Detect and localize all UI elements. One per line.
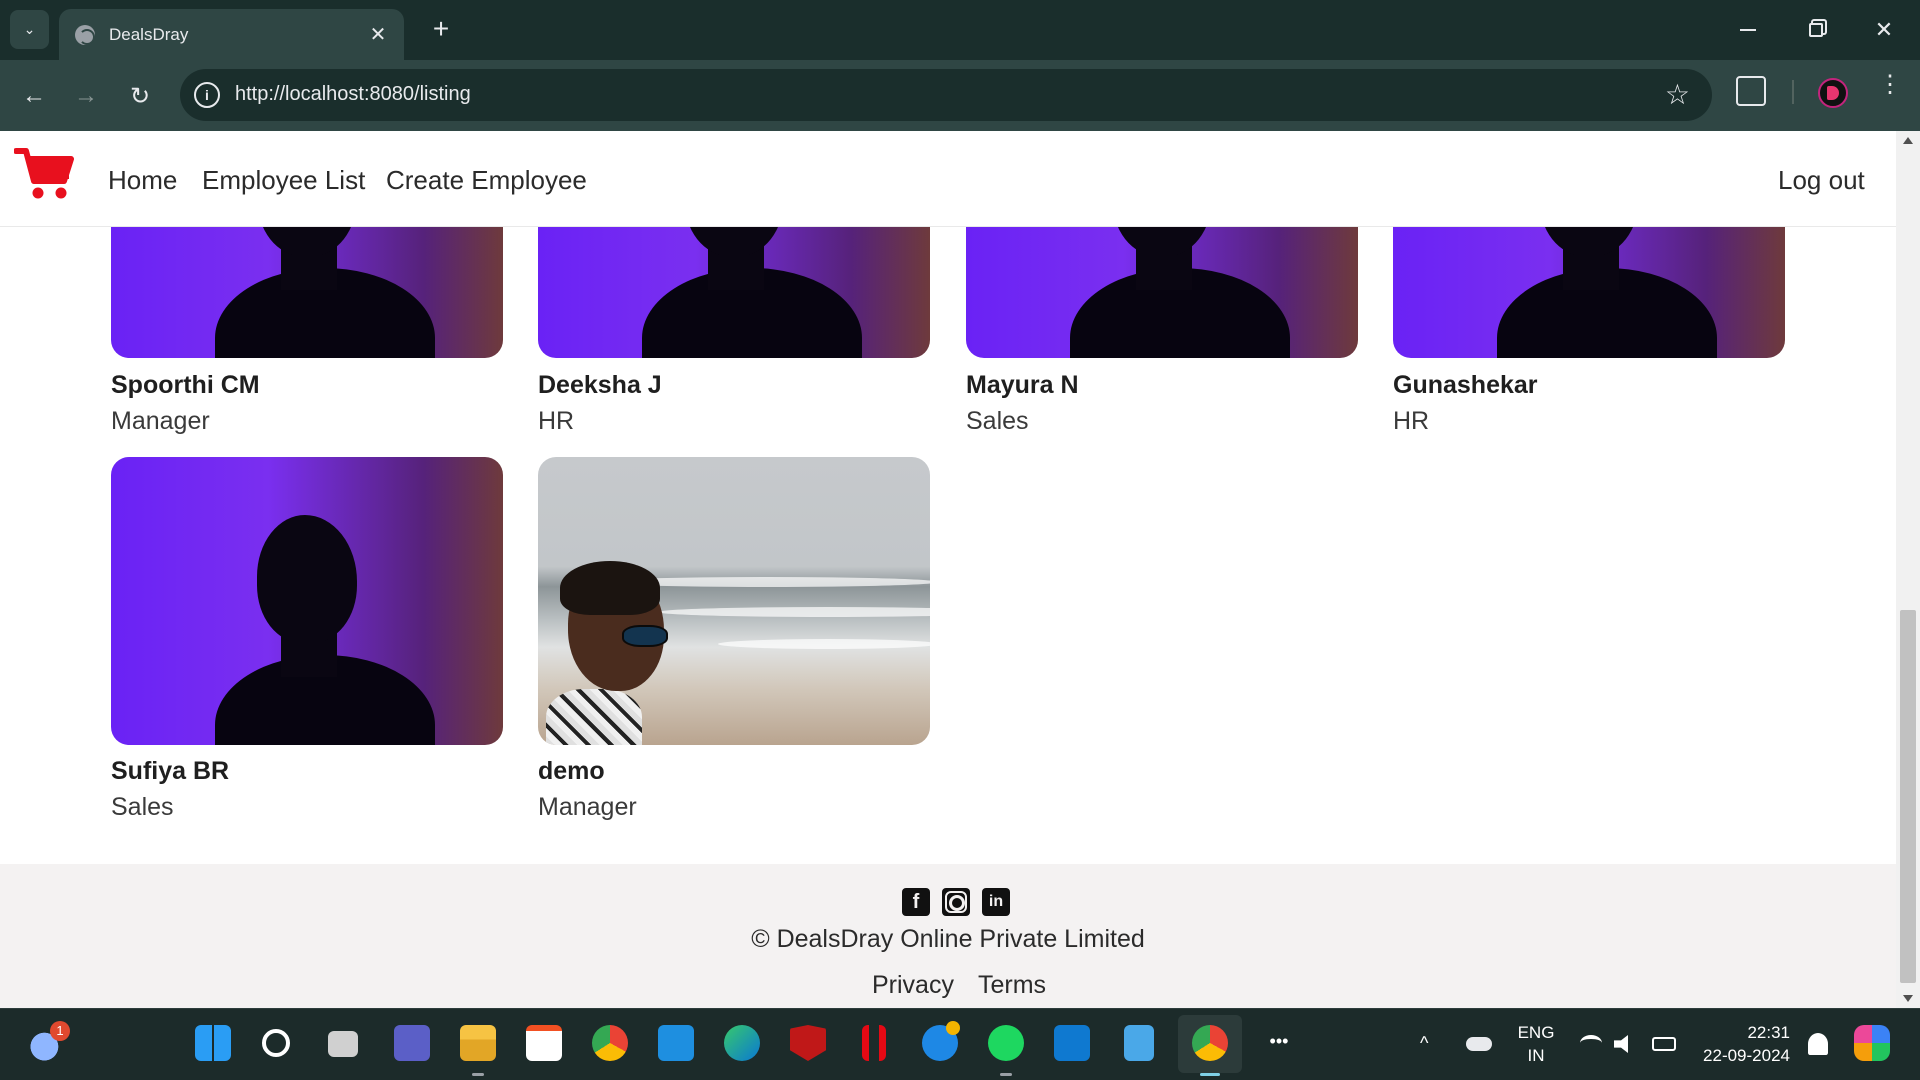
clock-date[interactable]: 22-09-2024 <box>1690 1046 1790 1066</box>
get-help-badge <box>946 1021 960 1035</box>
employee-name: demo <box>538 757 605 785</box>
file-explorer-running-indicator <box>472 1073 484 1076</box>
battery-icon[interactable] <box>1652 1037 1676 1051</box>
employee-name: Deeksha J <box>538 371 662 399</box>
browser-toolbar: ← → ↻ i http://localhost:8080/listing ☆ <box>0 60 1920 131</box>
address-bar[interactable]: i http://localhost:8080/listing ☆ <box>180 69 1712 121</box>
profile-avatar-icon[interactable] <box>1818 78 1848 108</box>
bookmark-star-icon[interactable]: ☆ <box>1665 78 1690 111</box>
reload-icon[interactable]: ↻ <box>120 76 160 116</box>
employee-name: Sufiya BR <box>111 757 230 785</box>
weather-notification-badge: 1 <box>50 1021 70 1041</box>
browser-tabstrip: ⌄ DealsDray ✕ + ✕ <box>0 0 1920 60</box>
site-info-icon[interactable]: i <box>194 82 220 108</box>
employee-role: Sales <box>966 407 1029 435</box>
toolbar-divider <box>1792 80 1794 104</box>
employee-role: Sales <box>111 793 174 821</box>
scroll-down-arrow-icon[interactable] <box>1903 995 1913 1002</box>
employee-name: Mayura N <box>966 371 1079 399</box>
onedrive-cloud-icon[interactable] <box>1466 1037 1492 1051</box>
close-window-button[interactable]: ✕ <box>1854 8 1914 52</box>
globe-icon <box>75 24 95 45</box>
back-arrow-icon[interactable]: ← <box>14 76 54 116</box>
spotify-icon[interactable] <box>988 1025 1024 1061</box>
wifi-icon[interactable] <box>1580 1035 1602 1051</box>
notepad-icon[interactable] <box>1124 1025 1154 1061</box>
forward-arrow-icon[interactable]: → <box>66 76 106 116</box>
browser-tab-dealsdray[interactable]: DealsDray ✕ <box>59 9 404 60</box>
nav-create-employee-link[interactable]: Create Employee <box>386 165 587 196</box>
language-indicator-top[interactable]: ENG <box>1514 1023 1558 1043</box>
employee-role: Manager <box>111 407 210 435</box>
file-explorer-icon[interactable] <box>460 1025 496 1061</box>
windows-start-icon[interactable] <box>195 1025 231 1061</box>
nav-employee-list-link[interactable]: Employee List <box>202 165 365 196</box>
new-tab-button[interactable]: + <box>424 12 458 46</box>
employee-name: Spoorthi CM <box>111 371 260 399</box>
page-viewport: Spoorthi CM Manager Deeksha J HR Mayura … <box>0 131 1896 1008</box>
employee-role: HR <box>1393 407 1430 435</box>
employee-photo <box>538 457 930 745</box>
tab-title: DealsDray <box>109 24 189 44</box>
netflix-icon[interactable] <box>862 1025 886 1061</box>
page-scrollbar[interactable] <box>1896 131 1920 1008</box>
site-footer: f in © DealsDray Online Private Limited … <box>0 864 1896 1008</box>
spotify-running-indicator <box>1000 1073 1012 1076</box>
employee-name: Gunashekar <box>1393 371 1538 399</box>
employee-photo <box>111 457 503 745</box>
prime-video-icon[interactable] <box>1054 1025 1090 1061</box>
chrome-active-indicator <box>1200 1073 1220 1076</box>
tab-close-icon[interactable]: ✕ <box>366 22 390 47</box>
tab-search-dropdown-icon[interactable]: ⌄ <box>10 10 49 49</box>
restore-window-button[interactable] <box>1786 8 1846 52</box>
task-view-icon[interactable] <box>328 1031 358 1057</box>
nav-home-link[interactable]: Home <box>108 165 177 196</box>
clock-time[interactable]: 22:31 <box>1690 1023 1790 1043</box>
employee-role: HR <box>538 407 575 435</box>
facebook-icon[interactable]: f <box>902 888 930 916</box>
search-icon[interactable] <box>262 1029 290 1057</box>
scroll-up-arrow-icon[interactable] <box>1903 137 1913 144</box>
copyright-text: © DealsDray Online Private Limited <box>751 925 1145 953</box>
chrome-active-icon[interactable] <box>1192 1025 1228 1061</box>
browser-menu-icon[interactable]: ⋮ <box>1878 73 1902 108</box>
language-indicator-bottom[interactable]: IN <box>1514 1046 1558 1066</box>
copilot-icon[interactable] <box>1854 1025 1890 1061</box>
linkedin-icon[interactable]: in <box>982 888 1010 916</box>
minimize-window-button[interactable] <box>1718 8 1778 52</box>
windows-taskbar: 1 ••• ^ ENG IN 22:31 22-09-2024 <box>0 1008 1920 1080</box>
more-apps-icon[interactable]: ••• <box>1264 1031 1294 1052</box>
employee-card[interactable]: demo Manager <box>538 457 930 821</box>
chrome-icon[interactable] <box>592 1025 628 1061</box>
edge-icon[interactable] <box>724 1025 760 1061</box>
myhp-icon[interactable] <box>658 1025 694 1061</box>
instagram-icon[interactable] <box>942 888 970 916</box>
extensions-puzzle-icon[interactable] <box>1736 76 1766 106</box>
volume-icon[interactable] <box>1614 1035 1628 1053</box>
shopping-cart-icon[interactable] <box>14 147 74 201</box>
terms-link[interactable]: Terms <box>978 971 1046 1000</box>
mcafee-icon[interactable] <box>790 1025 826 1061</box>
address-bar-url[interactable]: http://localhost:8080/listing <box>235 83 471 106</box>
employee-role: Manager <box>538 793 637 821</box>
privacy-link[interactable]: Privacy <box>872 971 954 1000</box>
employee-card[interactable]: Sufiya BR Sales <box>111 457 503 821</box>
scrollbar-thumb[interactable] <box>1900 610 1916 983</box>
teams-icon[interactable] <box>394 1025 430 1061</box>
show-hidden-icons-chevron-icon[interactable]: ^ <box>1420 1033 1428 1054</box>
site-navbar: Home Employee List Create Employee Log o… <box>0 131 1896 227</box>
notification-bell-icon[interactable] <box>1808 1033 1828 1055</box>
logout-link[interactable]: Log out <box>1778 165 1865 196</box>
microsoft-store-icon[interactable] <box>526 1025 562 1061</box>
